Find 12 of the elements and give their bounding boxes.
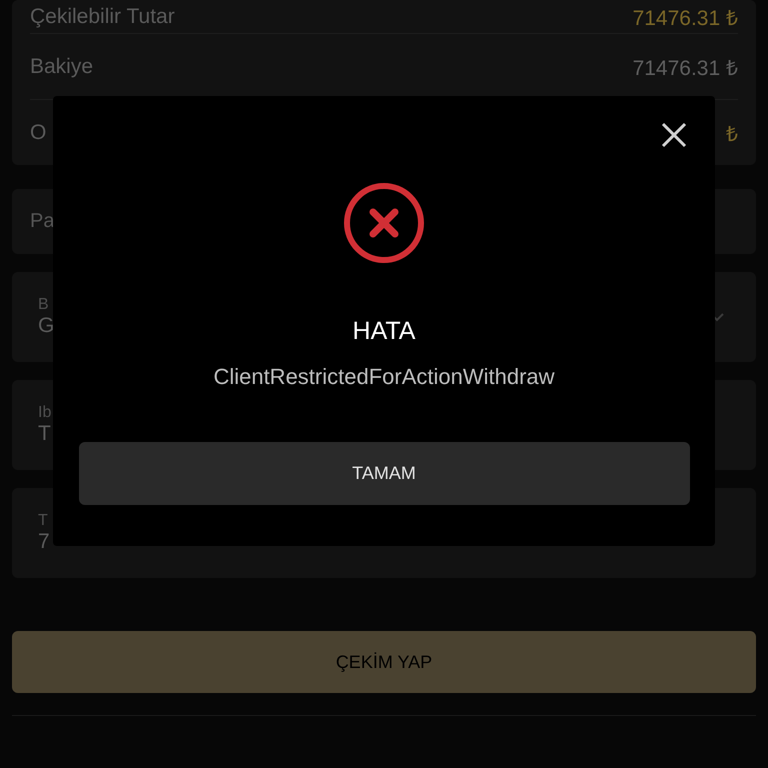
ok-button[interactable]: TAMAM [78,442,690,505]
close-icon[interactable] [661,122,687,148]
balance-label: Çekilebilir Tutar [30,4,175,28]
balance-amount: 71476.31 ₺ [632,56,738,80]
balance-label: O [30,120,46,144]
dialog-title: HATA [352,317,416,346]
balance-amount: 71476.31 ₺ [632,6,738,30]
balance-label: Bakiye [30,54,94,78]
error-icon [342,181,426,265]
notice-text: Pa [30,210,54,233]
dialog-message: ClientRestrictedForActionWithdraw [213,364,555,390]
balance-amount: ₺ [726,122,738,146]
